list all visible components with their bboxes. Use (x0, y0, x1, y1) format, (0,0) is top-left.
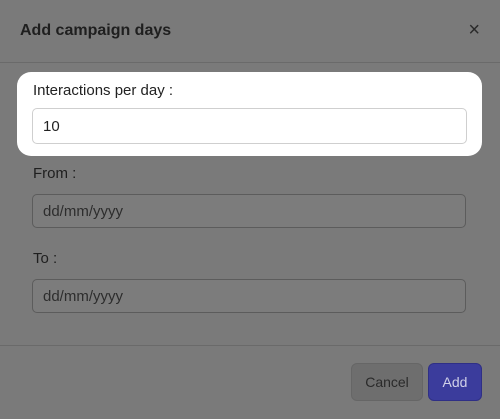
to-label: To : (33, 250, 58, 267)
modal-header: Add campaign days × (0, 0, 500, 63)
modal-title: Add campaign days (20, 22, 172, 39)
add-campaign-days-modal: Add campaign days × Interactions per day… (0, 0, 500, 419)
to-date-input[interactable] (32, 279, 466, 313)
close-icon[interactable]: × (468, 20, 480, 40)
from-label: From : (33, 165, 77, 182)
add-button[interactable]: Add (428, 363, 482, 401)
cancel-button[interactable]: Cancel (351, 363, 423, 401)
interactions-input[interactable] (32, 108, 467, 144)
interactions-label: Interactions per day : (33, 82, 174, 99)
footer-divider (0, 345, 500, 346)
interactions-field-group: Interactions per day : (17, 72, 482, 156)
from-date-input[interactable] (32, 194, 466, 228)
